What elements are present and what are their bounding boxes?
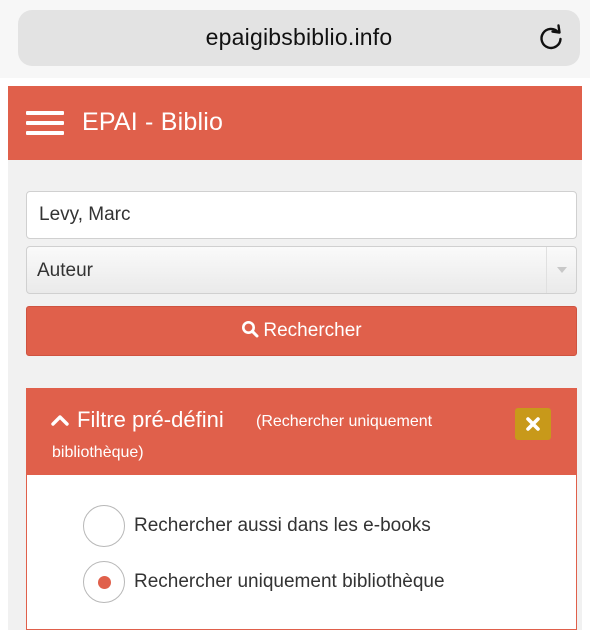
reload-icon[interactable] (536, 23, 566, 53)
radio-label: Rechercher aussi dans les e-books (134, 515, 431, 536)
search-input[interactable] (26, 191, 577, 239)
search-button[interactable]: Rechercher (26, 306, 577, 356)
filter-title: Filtre pré-défini (77, 407, 224, 432)
filter-header[interactable]: Filtre pré-défini (Rechercher uniquement… (27, 389, 576, 475)
filter-subtitle: (Rechercher uniquement (256, 413, 433, 430)
radio-label: Rechercher uniquement bibliothèque (134, 571, 445, 592)
search-button-label: Rechercher (263, 320, 362, 341)
app-header: EPAI - Biblio (8, 86, 582, 160)
chevron-up-icon[interactable] (51, 413, 69, 427)
search-type-value: Auteur (37, 260, 93, 281)
hamburger-icon[interactable] (26, 111, 64, 135)
chevron-down-icon[interactable] (546, 247, 576, 293)
filter-panel: Filtre pré-défini (Rechercher uniquement… (26, 388, 577, 630)
radio-button-selected[interactable] (83, 561, 125, 603)
filter-subtitle-cont: bibliothèque) (52, 444, 144, 461)
radio-selected-dot (98, 576, 111, 589)
url-field[interactable]: epaigibsbiblio.info (18, 10, 580, 66)
close-icon (526, 417, 540, 431)
app-title: EPAI - Biblio (82, 108, 224, 136)
main-content: Auteur Rechercher Filtre pré-défini (Rec… (8, 160, 582, 630)
url-text[interactable]: epaigibsbiblio.info (18, 24, 580, 51)
search-icon (242, 320, 259, 338)
close-filter-button[interactable] (515, 408, 551, 440)
browser-bar: epaigibsbiblio.info (0, 0, 590, 78)
radio-button[interactable] (83, 505, 125, 547)
search-type-select[interactable]: Auteur (26, 246, 577, 294)
